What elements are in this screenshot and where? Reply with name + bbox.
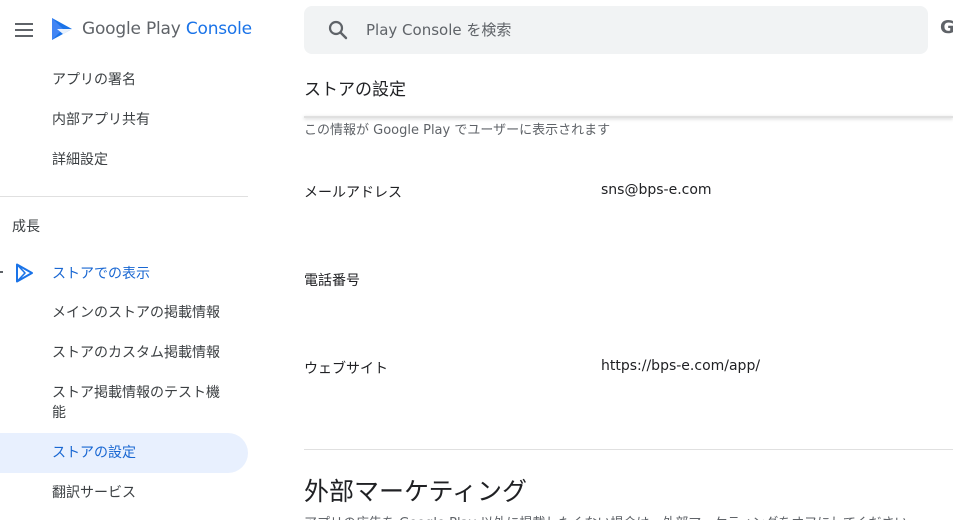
- sidebar-group-store-presence[interactable]: ストアでの表示: [0, 255, 248, 291]
- sidebar-item-main-store-listing[interactable]: メインのストアの掲載情報: [0, 303, 248, 323]
- phone-label: 電話番号: [304, 273, 360, 289]
- sidebar-item-label: 内部アプリ共有: [52, 112, 150, 128]
- sidebar-item-store-listing-experiments[interactable]: ストア掲載情報のテスト機能: [0, 383, 248, 423]
- website-value: https://bps-e.com/app/: [601, 358, 761, 374]
- play-console-logo-icon: [52, 18, 72, 40]
- sidebar-divider: [0, 196, 248, 197]
- account-icon[interactable]: G: [940, 17, 953, 38]
- sidebar-item-label: アプリの署名: [52, 72, 136, 88]
- search-input[interactable]: [366, 6, 906, 54]
- sidebar: Google Play Console アプリの署名 内部アプリ共有 詳細設定 …: [0, 0, 260, 520]
- play-outline-icon: [16, 263, 33, 283]
- external-marketing-title: 外部マーケティング: [304, 477, 528, 506]
- email-label: メールアドレス: [304, 185, 402, 201]
- menu-icon[interactable]: [12, 18, 36, 42]
- page-subtitle: この情報が Google Play でユーザーに表示されます: [304, 123, 611, 138]
- sidebar-item-advanced-settings[interactable]: 詳細設定: [0, 150, 248, 170]
- sidebar-item-label: 翻訳サービス: [52, 485, 136, 501]
- website-label: ウェブサイト: [304, 361, 388, 377]
- section-divider: [304, 449, 953, 450]
- page-title: ストアの設定: [304, 80, 406, 100]
- sidebar-item-app-signing[interactable]: アプリの署名: [0, 70, 248, 90]
- sidebar-item-label: メインのストアの掲載情報: [52, 305, 220, 321]
- search-icon[interactable]: [326, 18, 350, 42]
- email-value: sns@bps-e.com: [601, 182, 712, 198]
- sidebar-item-custom-store-listing[interactable]: ストアのカスタム掲載情報: [0, 343, 248, 363]
- sidebar-item-translation-service[interactable]: 翻訳サービス: [0, 483, 248, 503]
- sidebar-item-label: ストアの設定: [52, 445, 136, 461]
- sidebar-group-label: ストアでの表示: [52, 266, 150, 282]
- brand-title[interactable]: Google Play Console: [82, 19, 252, 39]
- sidebar-item-label: ストア掲載情報のテスト機能: [52, 385, 220, 421]
- brand-console: Console: [185, 19, 252, 39]
- sidebar-item-store-settings[interactable]: ストアの設定: [0, 433, 248, 473]
- sidebar-item-label: ストアのカスタム掲載情報: [52, 345, 220, 361]
- external-marketing-description: アプリの広告を Google Play 以外に掲載したくない場合は、外部マーケテ…: [304, 512, 908, 520]
- header-divider: [304, 116, 953, 118]
- brand-google-play: Google Play: [82, 19, 181, 39]
- sidebar-section-growth: 成長: [12, 219, 40, 235]
- search-bar[interactable]: [304, 6, 928, 54]
- sidebar-item-internal-app-sharing[interactable]: 内部アプリ共有: [0, 110, 248, 130]
- sidebar-item-label: 詳細設定: [52, 152, 108, 168]
- expand-indicator: [0, 271, 3, 273]
